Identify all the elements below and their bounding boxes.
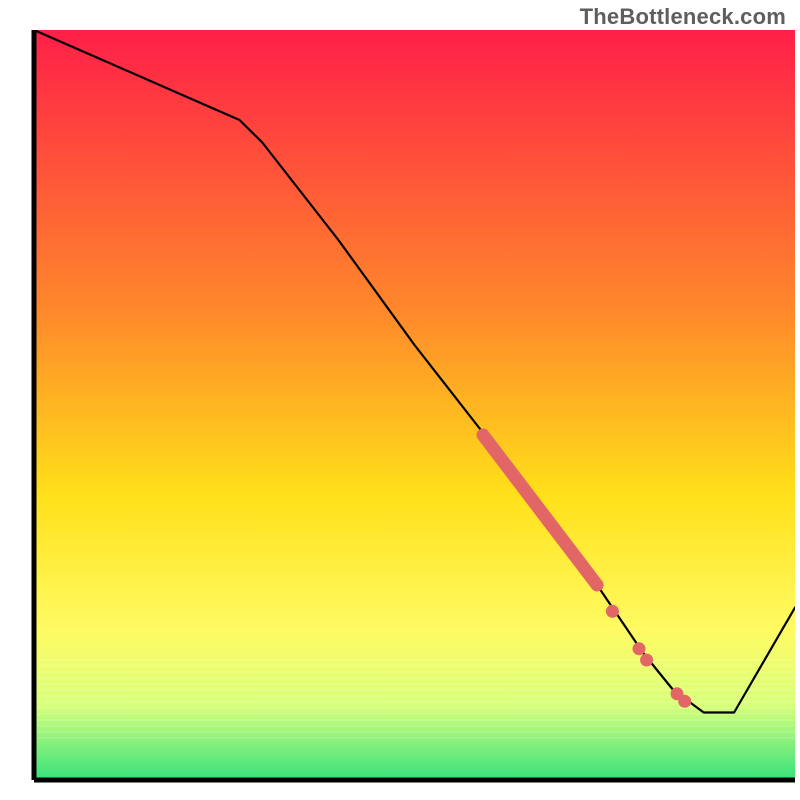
curve-marker [640,654,653,667]
curve-marker [678,695,691,708]
chart-stage: TheBottleneck.com [0,0,800,800]
gradient-background [34,30,795,780]
bottleneck-chart [0,0,800,800]
curve-marker [633,642,646,655]
curve-marker [606,605,619,618]
